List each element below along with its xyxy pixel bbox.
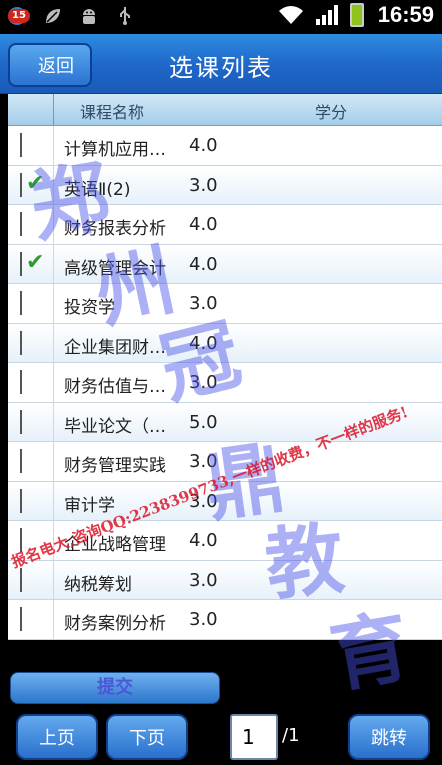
course-credit: 4.0 (189, 214, 218, 235)
checkbox[interactable] (20, 133, 44, 157)
table-row[interactable]: 毕业论文（… 5.0 (8, 402, 442, 442)
header-divider (53, 94, 54, 126)
row-divider (53, 323, 54, 362)
course-name: 企业战略管理 (64, 535, 166, 555)
course-credit: 4.0 (189, 530, 218, 551)
course-name: 财务案例分析 (64, 614, 166, 634)
table-row[interactable]: 财务案例分析 3.0 (8, 600, 442, 640)
checkbox[interactable] (20, 528, 44, 552)
checkbox[interactable] (20, 370, 44, 394)
course-credit: 3.0 (189, 451, 218, 472)
table-row[interactable]: 投资学 3.0 (8, 284, 442, 324)
checkbox[interactable] (20, 409, 44, 434)
usb-icon (112, 3, 138, 29)
table-row[interactable]: 企业战略管理 4.0 (8, 521, 442, 561)
column-header-course-name: 课程名称 (80, 103, 145, 122)
table-row[interactable]: 财务报表分析 4.0 (8, 205, 442, 245)
course-name: 纳税筹划 (64, 574, 132, 595)
table-row[interactable]: 企业集团财… 4.0 (8, 323, 442, 363)
status-time: 16:59 (377, 2, 434, 27)
checkbox[interactable] (20, 488, 44, 513)
checkbox[interactable] (20, 567, 44, 592)
checkbox[interactable] (20, 449, 44, 473)
course-credit: 3.0 (189, 490, 218, 512)
course-credit: 3.0 (189, 293, 218, 314)
table-row[interactable]: 财务管理实践 3.0 (8, 442, 442, 482)
course-name: 计算机应用… (64, 140, 166, 160)
course-name: 财务估值与… (64, 377, 166, 397)
course-credit: 3.0 (189, 569, 218, 591)
row-divider (53, 402, 54, 441)
course-credit: 5.0 (189, 411, 218, 433)
page-number-input[interactable]: 1 (230, 714, 278, 760)
row-divider (53, 481, 54, 520)
page-total: /1 (282, 725, 300, 746)
row-divider (53, 363, 54, 402)
table-row[interactable]: 审计学 3.0 (8, 481, 442, 521)
table-row[interactable]: 英语Ⅱ(2) 3.0 ✔ (8, 165, 442, 205)
course-name: 投资学 (64, 298, 115, 318)
notification-app-icon: 15 (4, 3, 30, 29)
column-header-credit: 学分 (315, 103, 348, 122)
course-name: 财务管理实践 (64, 456, 166, 476)
course-credit: 3.0 (189, 372, 218, 393)
signal-icon (314, 2, 340, 28)
course-name: 企业集团财… (64, 337, 166, 358)
course-credit: 3.0 (189, 609, 218, 630)
course-name: 财务报表分析 (64, 219, 166, 239)
table-row[interactable]: 高级管理会计 4.0 ✔ (8, 244, 442, 284)
jump-button[interactable]: 跳转 (348, 714, 430, 760)
android-icon (76, 3, 102, 29)
course-name: 毕业论文（… (64, 416, 166, 437)
checkmark-icon: ✔ (26, 170, 45, 196)
table-row[interactable]: 财务估值与… 3.0 (8, 363, 442, 403)
row-divider (53, 442, 54, 481)
checkbox[interactable] (20, 607, 44, 631)
course-credit: 3.0 (189, 174, 218, 196)
checkbox[interactable] (20, 330, 44, 355)
battery-icon (349, 3, 364, 27)
course-name: 英语Ⅱ(2) (64, 179, 131, 200)
course-name: 审计学 (64, 495, 115, 516)
row-divider (53, 521, 54, 560)
page-title: 选课列表 (169, 54, 273, 82)
row-divider (53, 165, 54, 204)
submit-button[interactable]: 提交 (10, 672, 220, 704)
next-page-button[interactable]: 下页 (106, 714, 188, 760)
prev-page-button[interactable]: 上页 (16, 714, 98, 760)
status-bar: 15 16:59 (0, 0, 442, 34)
course-name: 高级管理会计 (64, 258, 166, 279)
row-divider (53, 560, 54, 599)
checkmark-icon: ✔ (26, 249, 45, 275)
course-credit: 4.0 (189, 253, 218, 275)
course-credit: 4.0 (189, 332, 218, 354)
course-credit: 4.0 (189, 135, 218, 156)
checkbox[interactable] (20, 291, 44, 315)
row-divider (53, 244, 54, 283)
row-divider (53, 126, 54, 165)
course-list[interactable]: 计算机应用… 4.0 英语Ⅱ(2) 3.0 ✔ 财务报表分析 4.0 高级管理会计 4.0… (8, 126, 442, 640)
leaf-icon (40, 3, 66, 29)
row-divider (53, 600, 54, 639)
footer-controls: 提交 上页 下页 1 /1 跳转 (0, 640, 442, 765)
row-divider (53, 284, 54, 323)
notification-count-badge: 15 (8, 9, 30, 23)
title-bar: 返回 选课列表 (0, 34, 442, 94)
table-header: 课程名称 学分 (8, 94, 442, 126)
checkbox[interactable] (20, 212, 44, 236)
table-row[interactable]: 纳税筹划 3.0 (8, 560, 442, 600)
row-divider (53, 205, 54, 244)
wifi-icon (278, 2, 304, 28)
table-row[interactable]: 计算机应用… 4.0 (8, 126, 442, 166)
